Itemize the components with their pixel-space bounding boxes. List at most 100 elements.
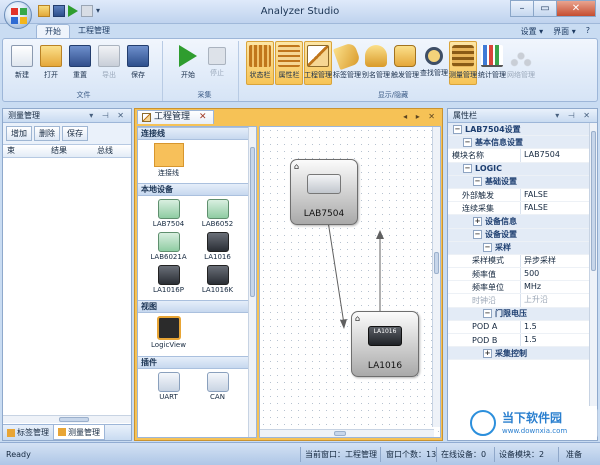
property-value[interactable]: FALSE bbox=[520, 188, 597, 202]
project-manager-toggle[interactable]: 工程管理 bbox=[304, 41, 332, 85]
property-grid[interactable]: − LAB7504设置 − 基本信息设置 模块名称 LAB7504− LOGIC − 基础设置外… bbox=[448, 123, 597, 405]
export-button[interactable]: 导出 bbox=[95, 41, 123, 85]
device-node-lab7504[interactable]: ⌂ LAB7504 bbox=[290, 159, 358, 225]
reset-button[interactable]: 重置 bbox=[66, 41, 94, 85]
property-row[interactable]: 连续采集 FALSE bbox=[448, 202, 597, 216]
tab-tag-manager[interactable]: 标签管理 bbox=[3, 425, 53, 440]
toolbox-section-connector[interactable]: 连接线 bbox=[138, 127, 256, 140]
property-row[interactable]: 外部触发 FALSE bbox=[448, 188, 597, 203]
property-row[interactable]: POD B 1.5 bbox=[448, 334, 597, 348]
measure-manager-toggle[interactable]: 测量管理 bbox=[449, 41, 477, 85]
app-menu-button[interactable] bbox=[4, 1, 32, 29]
play-icon bbox=[179, 45, 197, 67]
property-value[interactable]: LAB7504 bbox=[520, 149, 597, 162]
toolbox-item-can[interactable]: CAN bbox=[193, 372, 242, 405]
stop-button[interactable]: 停止 bbox=[203, 41, 231, 85]
property-value[interactable]: 上升沿 bbox=[520, 294, 597, 307]
delete-button[interactable]: 删除 bbox=[34, 126, 60, 141]
toolbox-scrollbar[interactable] bbox=[248, 127, 256, 437]
expand-icon[interactable]: + bbox=[483, 348, 492, 358]
property-row[interactable]: 时钟沿 上升沿 bbox=[448, 294, 597, 308]
property-category[interactable]: − 采样 bbox=[448, 241, 597, 255]
collapse-icon[interactable]: − bbox=[463, 137, 472, 147]
collapse-icon[interactable]: − bbox=[483, 243, 492, 253]
toolbox-item-la1016k[interactable]: LA1016K bbox=[193, 265, 242, 298]
column-bundle[interactable]: 束 bbox=[3, 145, 51, 157]
property-category[interactable]: − 设备设置 bbox=[448, 228, 597, 242]
measure-hscroll[interactable] bbox=[3, 415, 131, 423]
device-node-la1016[interactable]: ⌂ LA1016 LA1016 bbox=[351, 311, 419, 377]
start-button[interactable]: 开始 bbox=[174, 41, 202, 85]
toolbox-item-lab6052[interactable]: LAB6052 bbox=[193, 199, 242, 232]
property-row[interactable]: POD A 1.5 bbox=[448, 320, 597, 334]
collapse-icon[interactable]: − bbox=[463, 164, 472, 174]
property-value[interactable]: 1.5 bbox=[520, 334, 597, 347]
property-value[interactable]: 异步采样 bbox=[520, 254, 597, 268]
panel-pin-icon[interactable]: ▾ ⊣ ✕ bbox=[555, 109, 593, 122]
canvas-hscroll[interactable] bbox=[260, 429, 434, 437]
tag-manager-toggle[interactable]: 标签管理 bbox=[332, 41, 362, 85]
property-row[interactable]: 采样模式 异步采样 bbox=[448, 254, 597, 269]
property-row[interactable]: 频率值 500 bbox=[448, 268, 597, 282]
interface-menu[interactable]: 界面 ▾ bbox=[553, 26, 576, 37]
property-row[interactable]: 模块名称 LAB7504 bbox=[448, 149, 597, 163]
save-button[interactable]: 保存 bbox=[124, 41, 152, 85]
property-category[interactable]: − 基本信息设置 bbox=[448, 136, 597, 150]
maximize-button[interactable]: ▭ bbox=[533, 0, 557, 17]
toolbox-section-local-devices[interactable]: 本地设备 bbox=[138, 183, 256, 196]
doc-nav-icons[interactable]: ◂ ▸ ✕ bbox=[403, 112, 438, 121]
tab-project[interactable]: 工程管理 bbox=[70, 24, 118, 38]
toolbox-section-plugins[interactable]: 插件 bbox=[138, 356, 256, 369]
trigger-manager-toggle[interactable]: 触发管理 bbox=[391, 41, 419, 85]
property-category[interactable]: − 门限电压 bbox=[448, 307, 597, 321]
property-value[interactable]: 500 bbox=[520, 268, 597, 281]
search-manager-toggle[interactable]: 查找管理 bbox=[420, 41, 448, 85]
network-manager-toggle[interactable]: 网络管理 bbox=[507, 41, 535, 85]
open-button[interactable]: 打开 bbox=[37, 41, 65, 85]
property-value[interactable]: FALSE bbox=[520, 202, 597, 215]
add-button[interactable]: 增加 bbox=[6, 126, 32, 141]
tag-icon bbox=[332, 41, 362, 71]
collapse-icon[interactable]: − bbox=[473, 177, 482, 187]
propertybar-toggle[interactable]: 属性栏 bbox=[275, 41, 303, 85]
toolbox-item-connector[interactable]: 连接线 bbox=[144, 143, 193, 181]
doc-tab-project[interactable]: 工程管理 ✕ bbox=[137, 110, 214, 124]
project-canvas[interactable]: ⌂ LAB7504 ⌂ LA1016 LA1016 bbox=[259, 126, 441, 438]
tab-measure-manager[interactable]: 测量管理 bbox=[53, 425, 105, 440]
new-button[interactable]: 新建 bbox=[8, 41, 36, 85]
minimize-button[interactable]: – bbox=[510, 0, 534, 17]
settings-menu[interactable]: 设置 ▾ bbox=[521, 26, 544, 37]
column-result[interactable]: 结果 bbox=[51, 145, 97, 157]
toolbox-item-la1016[interactable]: LA1016 bbox=[193, 232, 242, 265]
alias-manager-toggle[interactable]: 别名管理 bbox=[362, 41, 390, 85]
toolbox-item-logicview[interactable]: LogicView bbox=[144, 316, 193, 354]
property-category[interactable]: + 设备信息 bbox=[448, 215, 597, 229]
property-category[interactable]: + 采集控制 bbox=[448, 347, 597, 361]
tab-start[interactable]: 开始 bbox=[36, 24, 70, 38]
toolbox-section-views[interactable]: 视图 bbox=[138, 300, 256, 313]
collapse-icon[interactable]: − bbox=[473, 230, 482, 240]
property-row[interactable]: 频率单位 MHz bbox=[448, 281, 597, 295]
property-value[interactable]: MHz bbox=[520, 281, 597, 294]
property-category[interactable]: − 基础设置 bbox=[448, 175, 597, 189]
property-scrollbar[interactable] bbox=[589, 123, 597, 406]
toolbox-item-uart[interactable]: UART bbox=[144, 372, 193, 405]
toolbox-item-lab7504[interactable]: LAB7504 bbox=[144, 199, 193, 232]
help-button[interactable]: ? bbox=[586, 26, 590, 37]
toolbox-item-la1016p[interactable]: LA1016P bbox=[144, 265, 193, 298]
panel-pin-icon[interactable]: ▾ ⊣ ✕ bbox=[89, 109, 127, 122]
toolbox-item-lab6021a[interactable]: LAB6021A bbox=[144, 232, 193, 265]
collapse-icon[interactable]: − bbox=[453, 124, 462, 134]
canvas-vscroll[interactable] bbox=[432, 127, 440, 427]
property-category[interactable]: − LOGIC bbox=[448, 162, 597, 176]
statusbar-toggle[interactable]: 状态栏 bbox=[246, 41, 274, 85]
collapse-icon[interactable]: − bbox=[483, 309, 492, 319]
property-value[interactable]: 1.5 bbox=[520, 320, 597, 333]
column-bus[interactable]: 总线 bbox=[97, 145, 131, 157]
property-category[interactable]: − LAB7504设置 bbox=[448, 123, 597, 137]
close-button[interactable]: ✕ bbox=[556, 0, 596, 17]
expand-icon[interactable]: + bbox=[473, 216, 482, 226]
stats-manager-toggle[interactable]: 统计管理 bbox=[478, 41, 506, 85]
save-measure-button[interactable]: 保存 bbox=[62, 126, 88, 141]
close-tab-icon[interactable]: ✕ bbox=[199, 111, 207, 124]
